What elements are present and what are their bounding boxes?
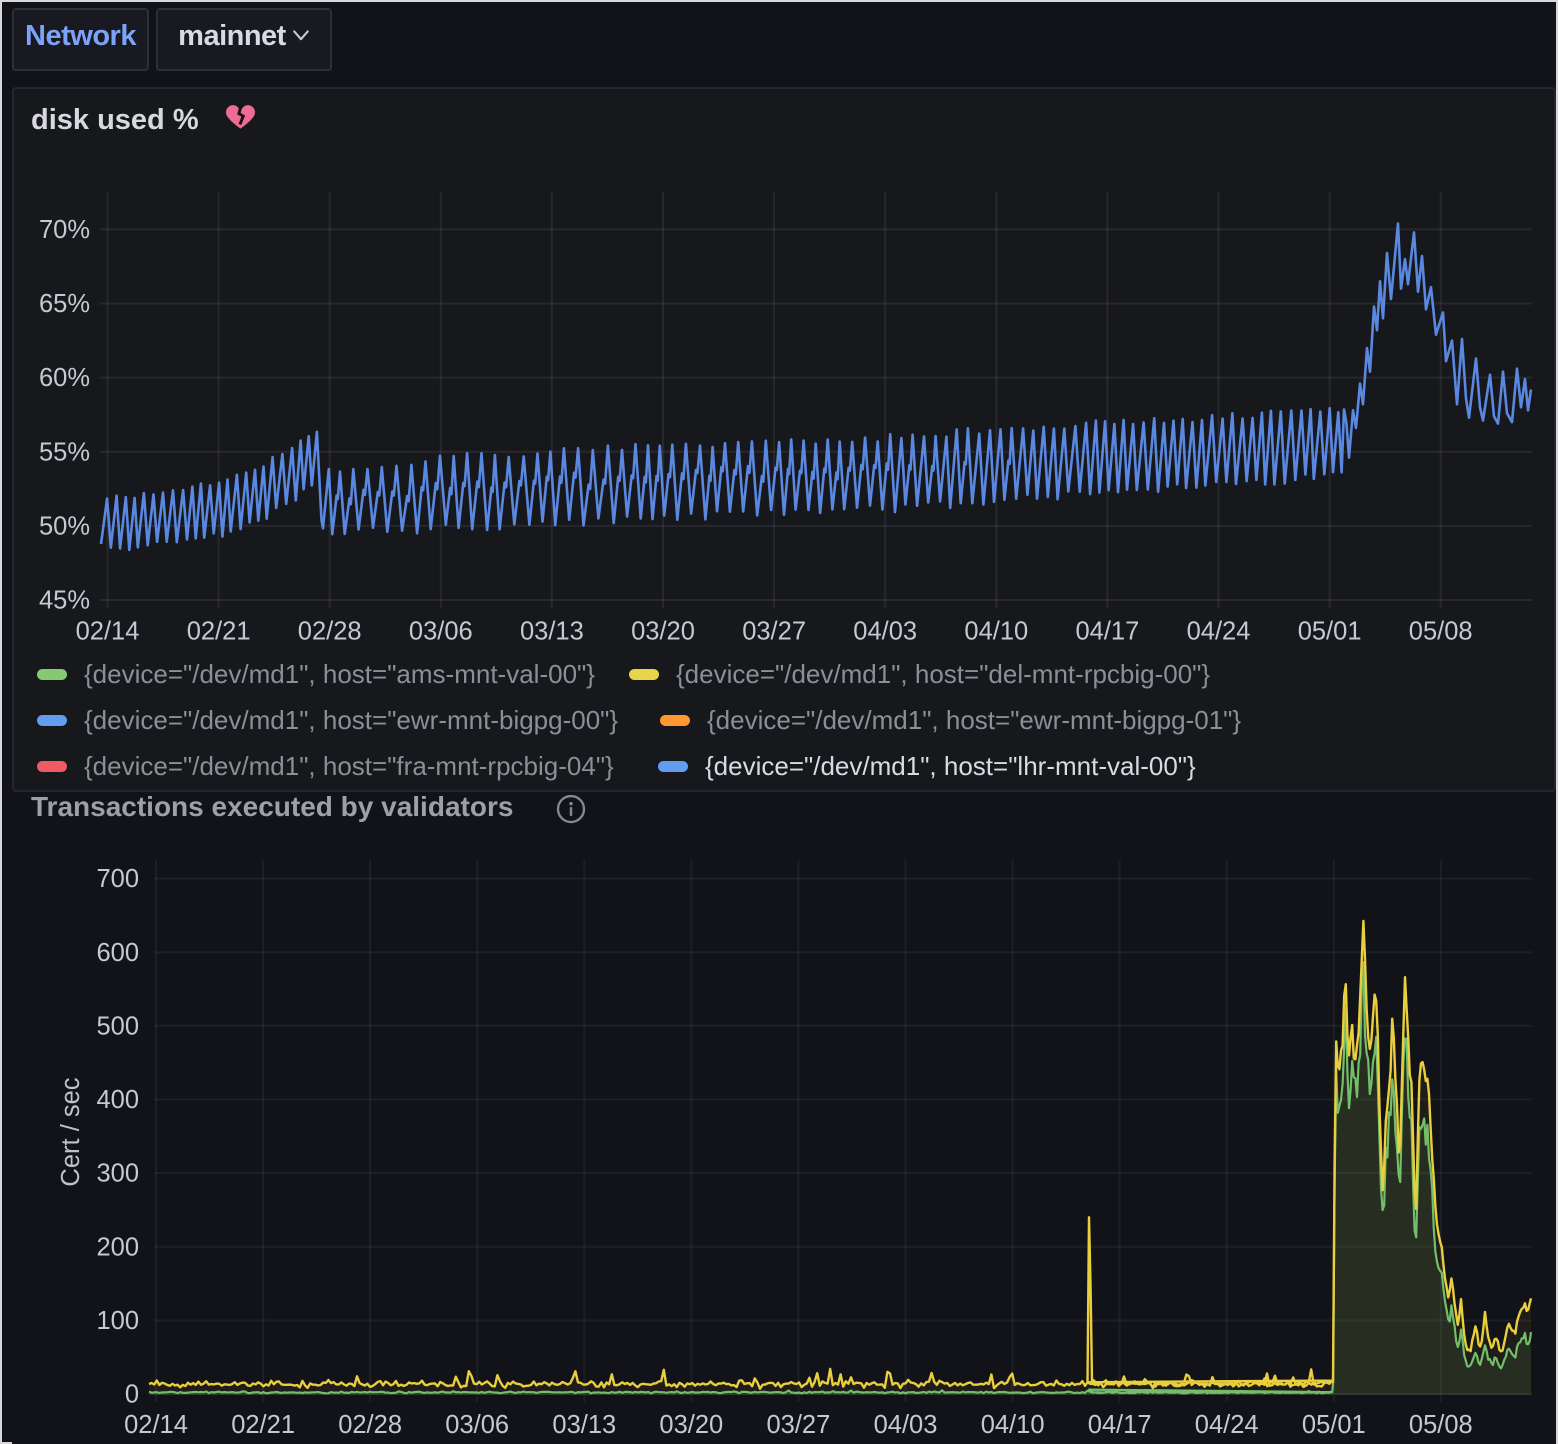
svg-text:55%: 55%	[39, 438, 90, 466]
svg-text:700: 700	[96, 865, 139, 893]
svg-text:03/27: 03/27	[766, 1411, 830, 1439]
svg-text:Cert / sec: Cert / sec	[57, 1077, 85, 1186]
svg-text:0: 0	[125, 1381, 139, 1409]
svg-text:05/08: 05/08	[1409, 618, 1473, 646]
svg-text:400: 400	[96, 1086, 139, 1114]
svg-text:02/14: 02/14	[124, 1411, 188, 1439]
svg-text:100: 100	[96, 1307, 139, 1335]
svg-text:02/28: 02/28	[338, 1411, 402, 1439]
svg-text:65%: 65%	[39, 290, 90, 318]
svg-text:60%: 60%	[39, 364, 90, 392]
svg-text:04/17: 04/17	[1075, 618, 1139, 646]
svg-text:03/27: 03/27	[742, 618, 806, 646]
svg-text:04/03: 04/03	[853, 618, 917, 646]
svg-text:50%: 50%	[39, 513, 90, 541]
svg-text:45%: 45%	[39, 587, 90, 615]
svg-text:300: 300	[96, 1160, 139, 1188]
svg-text:03/13: 03/13	[552, 1411, 616, 1439]
svg-text:70%: 70%	[39, 216, 90, 244]
svg-text:03/06: 03/06	[409, 618, 473, 646]
svg-text:05/01: 05/01	[1302, 1411, 1366, 1439]
svg-text:200: 200	[96, 1233, 139, 1261]
svg-text:02/21: 02/21	[187, 618, 251, 646]
svg-text:02/21: 02/21	[231, 1411, 295, 1439]
svg-text:04/03: 04/03	[874, 1411, 938, 1439]
svg-text:05/01: 05/01	[1298, 618, 1362, 646]
svg-text:04/17: 04/17	[1088, 1411, 1152, 1439]
svg-text:02/28: 02/28	[298, 618, 362, 646]
svg-text:500: 500	[96, 1012, 139, 1040]
svg-text:600: 600	[96, 939, 139, 967]
svg-text:03/13: 03/13	[520, 618, 584, 646]
svg-text:05/08: 05/08	[1409, 1411, 1473, 1439]
svg-text:04/10: 04/10	[964, 618, 1028, 646]
svg-text:03/20: 03/20	[659, 1411, 723, 1439]
svg-text:03/20: 03/20	[631, 618, 695, 646]
svg-text:03/06: 03/06	[445, 1411, 509, 1439]
svg-text:04/10: 04/10	[981, 1411, 1045, 1439]
svg-text:04/24: 04/24	[1187, 618, 1251, 646]
svg-text:02/14: 02/14	[76, 618, 140, 646]
svg-text:04/24: 04/24	[1195, 1411, 1259, 1439]
